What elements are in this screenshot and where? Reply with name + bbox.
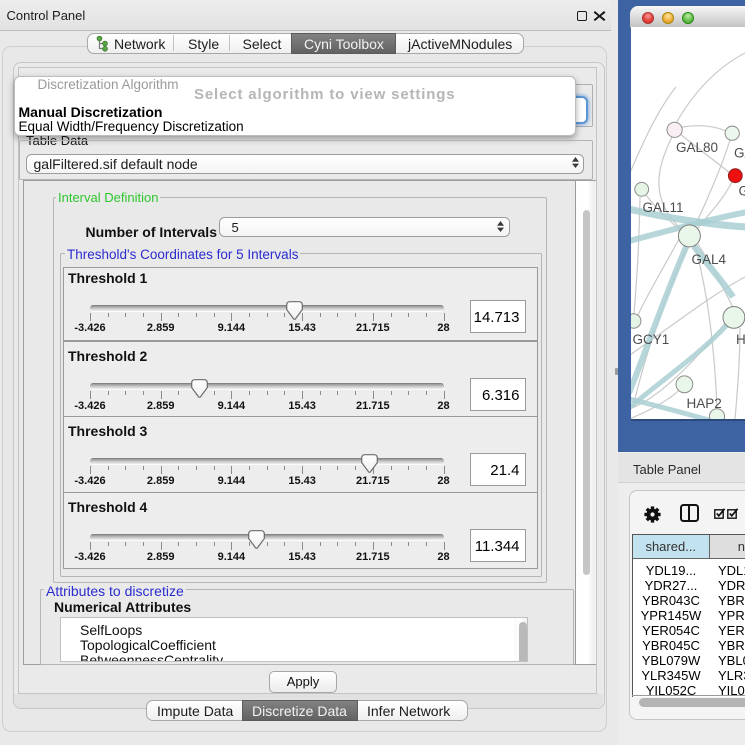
- svg-text:GAL11: GAL11: [643, 200, 684, 215]
- svg-text:GAL80: GAL80: [676, 140, 718, 155]
- svg-text:G: G: [739, 184, 745, 199]
- svg-text:GAL4: GAL4: [692, 252, 727, 267]
- svg-text:HAP2: HAP2: [687, 396, 722, 411]
- svg-text:GCY1: GCY1: [633, 332, 670, 347]
- svg-text:H: H: [736, 332, 745, 347]
- svg-text:GA: GA: [734, 146, 745, 161]
